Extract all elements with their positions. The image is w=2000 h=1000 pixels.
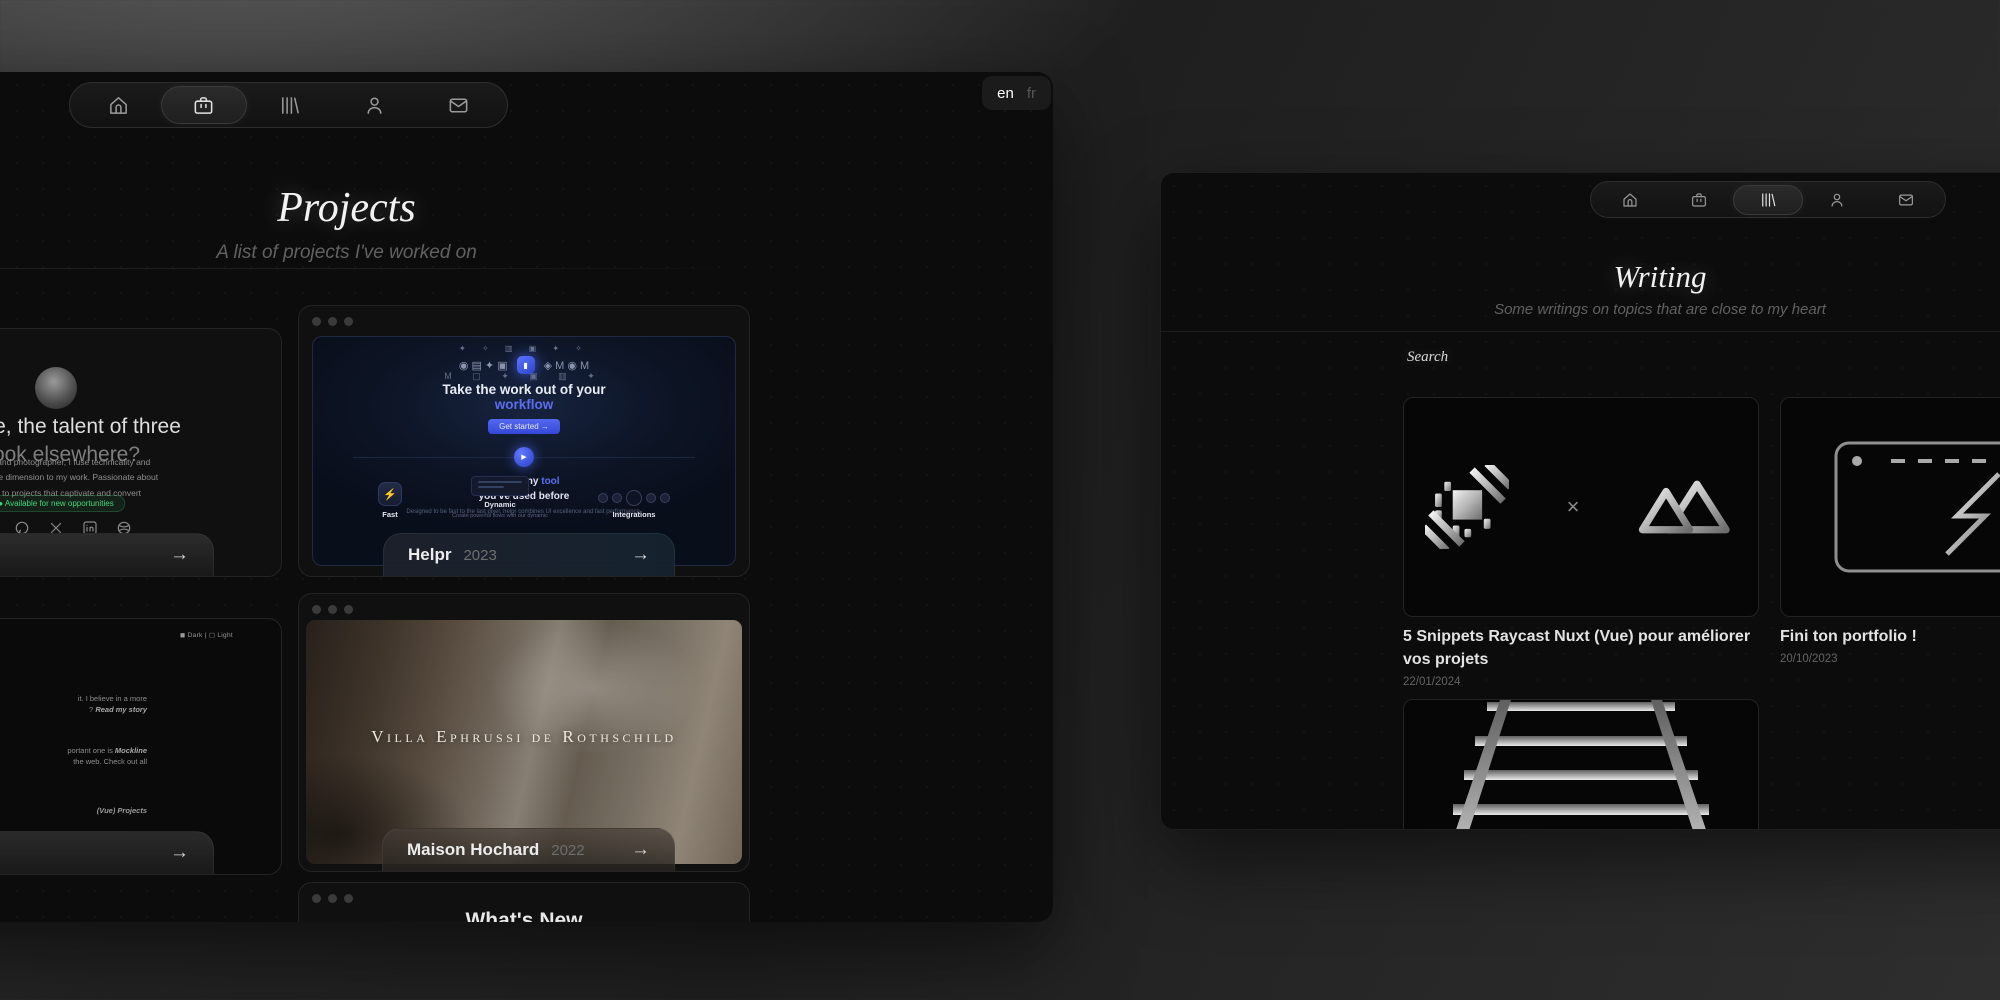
helpr-hero-title: Take the work out of your bbox=[313, 382, 735, 397]
ladder-graphic bbox=[1404, 699, 1758, 830]
video-row: ▶ bbox=[313, 446, 735, 468]
card-footer[interactable]: Maison Hochard 2022 → bbox=[382, 828, 675, 871]
page-subtitle: A list of projects I've worked on bbox=[0, 242, 1053, 264]
badge-dot: ● bbox=[0, 499, 3, 508]
lightning-icon: ⚡ bbox=[378, 482, 402, 506]
raycast-logo bbox=[1425, 465, 1509, 549]
post-title[interactable]: 5 Snippets Raycast Nuxt (Vue) pour améli… bbox=[1403, 625, 1759, 671]
hero-headline-line1: y of one, the talent of three bbox=[0, 413, 281, 441]
app-icons-row1: ✦ ✧ ▥ ▣ ✦ ✧ bbox=[313, 344, 735, 353]
lang-fr[interactable]: fr bbox=[1027, 85, 1036, 102]
arrow-icon[interactable]: → bbox=[170, 544, 189, 566]
language-switch: en fr bbox=[982, 76, 1051, 110]
post-date: 22/01/2024 bbox=[1403, 676, 1759, 688]
availability-badge: ● Available for new opportunities bbox=[0, 495, 126, 512]
arrow-icon[interactable]: → bbox=[631, 839, 650, 861]
home-icon bbox=[1621, 191, 1639, 209]
get-started-button[interactable]: Get started → bbox=[488, 419, 560, 434]
nav-projects[interactable] bbox=[161, 86, 248, 124]
nav-contact[interactable] bbox=[416, 86, 501, 124]
main-nav bbox=[69, 82, 508, 128]
window-dots bbox=[312, 605, 353, 614]
project-name: Helpr bbox=[408, 545, 451, 565]
nav-contact[interactable] bbox=[1872, 185, 1940, 215]
nav-projects[interactable] bbox=[1664, 185, 1732, 215]
integration-icons bbox=[598, 490, 670, 506]
user-icon bbox=[1828, 191, 1846, 209]
main-nav bbox=[1590, 181, 1946, 218]
avatar bbox=[35, 367, 77, 409]
writing-window: Writing Some writings on topics that are… bbox=[1160, 172, 2000, 830]
page-header: Projects A list of projects I've worked … bbox=[0, 186, 1053, 264]
window-dots bbox=[312, 894, 353, 903]
search-label[interactable]: Search bbox=[1407, 349, 1448, 366]
library-icon bbox=[278, 94, 301, 117]
feature-integrations: Integrations bbox=[598, 490, 670, 519]
post-card-portfolio-bolt[interactable] bbox=[1780, 397, 2000, 617]
post-card-ladder[interactable] bbox=[1403, 699, 1759, 830]
projects-window: en fr Projects A list of projects I've w… bbox=[0, 72, 1053, 922]
project-card-helpr[interactable]: ✦ ✧ ▥ ▣ ✦ ✧ ◉ ▤ ✦ ▣ ▮ ◈ M ◉ M M ▢ ✦ ▣ ▥ … bbox=[298, 305, 750, 577]
mail-icon bbox=[1897, 191, 1915, 209]
post-date: 20/10/2023 bbox=[1780, 653, 2000, 665]
page-header: Writing Some writings on topics that are… bbox=[1161, 261, 2000, 318]
app-icons-row3: M ▢ ✦ ▣ ▥ ✦ bbox=[313, 371, 735, 382]
whats-new-title: What's New bbox=[299, 909, 749, 922]
feature-fast: ⚡ Fast bbox=[378, 482, 402, 519]
feature-dynamic: Dynamic Create powerful flows with our d… bbox=[448, 476, 552, 519]
post-title[interactable]: Fini ton portfolio ! bbox=[1780, 625, 2000, 648]
lang-en[interactable]: en bbox=[997, 85, 1014, 102]
card-footer[interactable]: 2024 → bbox=[0, 831, 214, 874]
project-name: Maison Hochard bbox=[407, 840, 539, 860]
mini-card-icon bbox=[471, 476, 529, 496]
nav-writing[interactable] bbox=[247, 86, 332, 124]
briefcase-icon bbox=[1690, 191, 1708, 209]
post-meta: Fini ton portfolio ! 20/10/2023 bbox=[1780, 625, 2000, 665]
project-card-whats-new[interactable]: What's New bbox=[298, 882, 750, 922]
page: { "left_window": { "nav": { "items": ["h… bbox=[0, 0, 2000, 1000]
nav-home[interactable] bbox=[76, 86, 161, 124]
mail-icon bbox=[447, 94, 470, 117]
project-card-maison[interactable]: Villa Ephrussi de Rothschild Maison Hoch… bbox=[298, 593, 750, 872]
nav-about[interactable] bbox=[1803, 185, 1871, 215]
times-separator: × bbox=[1567, 494, 1580, 520]
home-icon bbox=[107, 94, 130, 117]
arrow-icon[interactable]: → bbox=[631, 544, 650, 566]
browser-bolt-graphic bbox=[1833, 440, 2000, 574]
nuxt-logo bbox=[1637, 472, 1737, 542]
page-title: Writing bbox=[1161, 261, 2000, 293]
card-footer[interactable]: 2024 → bbox=[0, 533, 214, 576]
page-title: Projects bbox=[0, 186, 1053, 230]
helpr-screenshot: ✦ ✧ ▥ ▣ ✦ ✧ ◉ ▤ ✦ ▣ ▮ ◈ M ◉ M M ▢ ✦ ▣ ▥ … bbox=[312, 336, 736, 566]
nav-home[interactable] bbox=[1596, 185, 1664, 215]
villa-overlay-title: Villa Ephrussi de Rothschild bbox=[306, 727, 742, 747]
project-year: 2023 bbox=[463, 547, 496, 564]
nav-writing[interactable] bbox=[1733, 185, 1803, 215]
post-meta: 5 Snippets Raycast Nuxt (Vue) pour améli… bbox=[1403, 625, 1759, 688]
helpr-features: ⚡ Fast Dynamic Create powerful flows wit… bbox=[313, 476, 735, 519]
card-footer[interactable]: Helpr 2023 → bbox=[383, 533, 675, 576]
window-dots bbox=[312, 317, 353, 326]
project-year: 2022 bbox=[551, 842, 584, 859]
briefcase-icon bbox=[192, 94, 215, 117]
library-icon bbox=[1759, 191, 1777, 209]
hero-body: t director and photographer, I fuse tech… bbox=[0, 455, 281, 501]
user-icon bbox=[363, 94, 386, 117]
story-text: it. I believe in a more ? Read my story … bbox=[67, 693, 147, 816]
helpr-hero-accent: workflow bbox=[313, 397, 735, 412]
read-my-story-link[interactable]: Read my story bbox=[95, 705, 147, 714]
page-subtitle: Some writings on topics that are close t… bbox=[1161, 301, 2000, 318]
nav-about[interactable] bbox=[332, 86, 417, 124]
theme-toggle[interactable]: ◼ Dark | ▢ Light bbox=[180, 631, 233, 639]
play-button[interactable]: ▶ bbox=[514, 447, 534, 467]
post-card-raycast-nuxt[interactable]: × bbox=[1403, 397, 1759, 617]
project-card-portfolio[interactable]: y of one, the talent of three y look els… bbox=[0, 328, 282, 577]
project-card-story[interactable]: ◼ Dark | ▢ Light it. I believe in a more… bbox=[0, 618, 282, 875]
arrow-icon[interactable]: → bbox=[170, 842, 189, 864]
